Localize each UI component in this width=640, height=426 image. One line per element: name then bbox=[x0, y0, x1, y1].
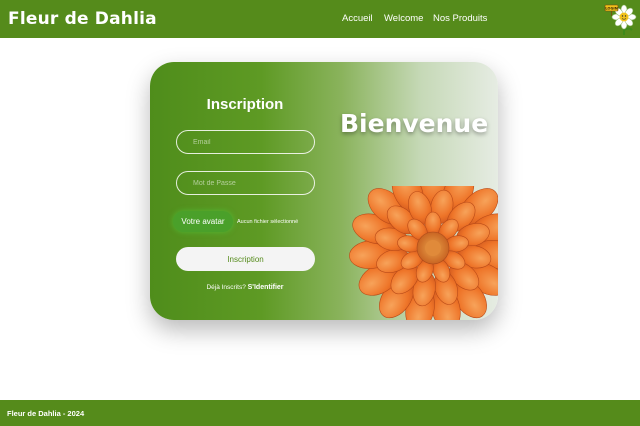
avatar-upload-button[interactable]: Votre avatar bbox=[173, 211, 233, 232]
nav-link-accueil[interactable]: Accueil bbox=[342, 13, 373, 24]
email-field[interactable] bbox=[176, 130, 315, 154]
nav-link-welcome[interactable]: Welcome bbox=[384, 13, 423, 24]
daisy-with-sign-icon[interactable]: LOGIN bbox=[604, 2, 638, 36]
login-link[interactable]: S'Identifier bbox=[248, 284, 284, 291]
footer: Fleur de Dahlia - 2024 bbox=[0, 400, 640, 426]
file-status-text: Aucun fichier sélectionné bbox=[237, 219, 299, 225]
logo-sign-text: LOGIN bbox=[605, 7, 618, 11]
signup-card: Inscription Votre avatar Aucun fichier s… bbox=[150, 62, 498, 320]
login-prompt-text: Déjà Inscrits? bbox=[206, 284, 246, 291]
password-field[interactable] bbox=[176, 171, 315, 195]
nav-link-nos-produits[interactable]: Nos Produits bbox=[433, 13, 487, 24]
top-navbar: Fleur de Dahlia Accueil Welcome Nos Prod… bbox=[0, 0, 640, 38]
welcome-heading: Bienvenue bbox=[340, 109, 489, 138]
signup-submit-button[interactable]: Inscription bbox=[176, 247, 315, 271]
signup-title: Inscription bbox=[206, 96, 284, 113]
main-nav: Accueil Welcome Nos Produits bbox=[0, 13, 640, 27]
dahlia-flower-image bbox=[349, 186, 498, 320]
footer-text: Fleur de Dahlia - 2024 bbox=[7, 409, 85, 418]
login-prompt-row: Déjà Inscrits? S'Identifier bbox=[150, 284, 340, 291]
